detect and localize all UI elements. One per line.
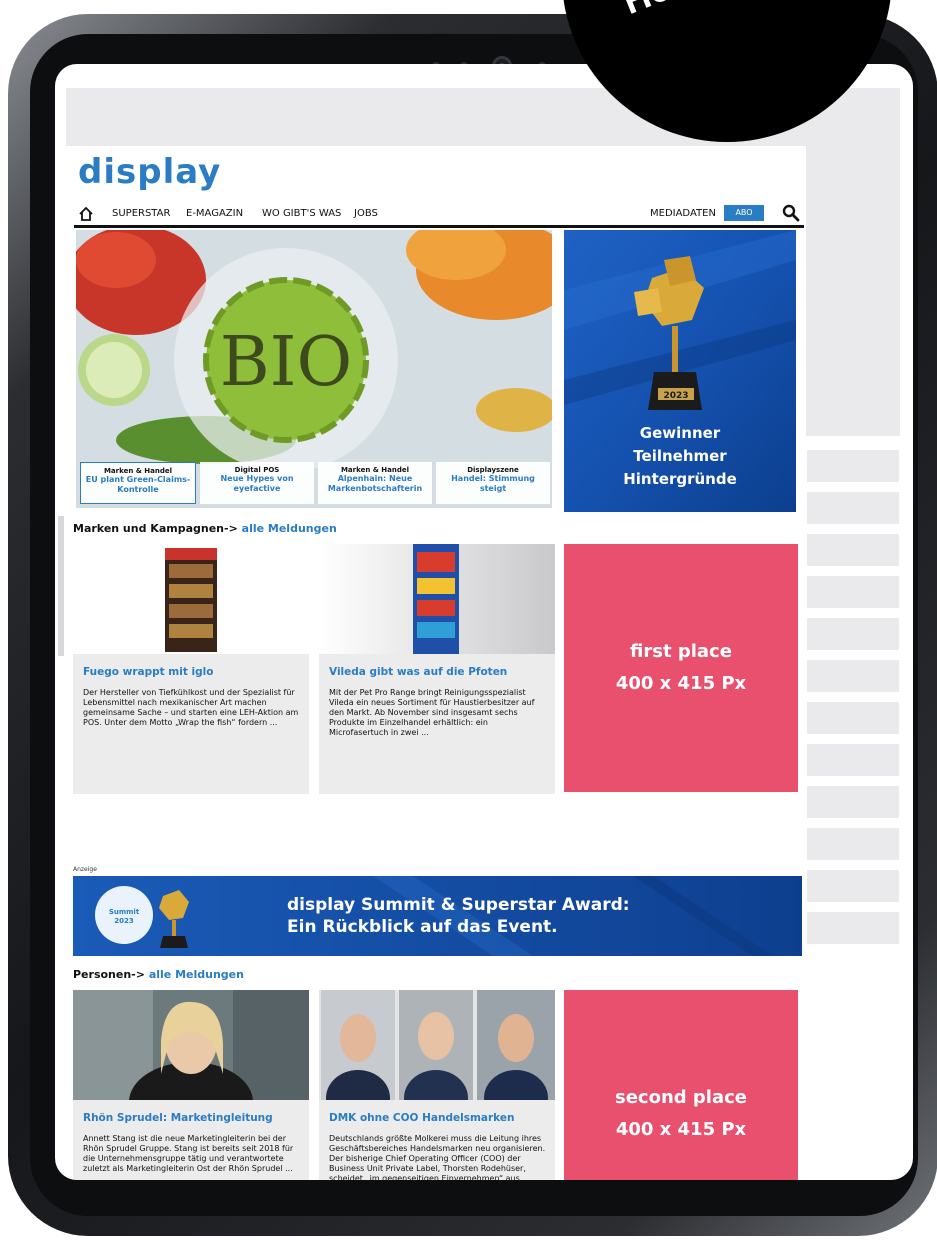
teaser-title[interactable]: Alpenhain: Neue Markenbotschafterin [318,474,432,494]
side-slot [807,534,899,566]
side-slot [807,492,899,524]
ad-label: Anzeige [73,866,97,873]
search-icon[interactable] [782,204,800,222]
article-title[interactable]: Fuego wrappt mit iglo [83,666,303,678]
placement-title: first place [630,641,732,662]
article-image [319,990,555,1100]
article-image [73,544,309,654]
article-excerpt: Mit der Pet Pro Range bringt Reinigungss… [329,688,535,737]
award-link-teilnehmer[interactable]: Teilnehmer [564,445,796,468]
all-news-link[interactable]: alle Meldungen [242,522,337,535]
side-slot-stack [807,450,899,954]
summit-logo-icon: Summit 2023 [95,886,153,944]
article-card[interactable]: Rhön Sprudel: Marketingleitung Annett St… [73,990,309,1180]
award-year: 2023 [663,391,688,401]
side-slot [807,618,899,650]
summit-banner-text: display Summit & Superstar Award: Ein Rü… [287,894,707,938]
main-navigation: SUPERSTAR E-MAGAZIN WO GIBT'S WAS JOBS M… [74,204,804,228]
article-excerpt: Annett Stang ist die neue Marketingleite… [83,1134,294,1173]
home-badge-label: Hom [617,0,707,23]
teaser-category: Digital POS [234,466,280,474]
side-slot [807,576,899,608]
award-link-hintergruende[interactable]: Hintergründe [564,468,796,491]
side-slot [807,786,899,818]
portrait-image [73,990,309,1100]
article-image [73,990,309,1100]
article-card[interactable]: DMK ohne COO Handelsmarken Deutschlands … [319,990,555,1180]
teaser-item[interactable]: Displayszene Handel: Stimmung steigt [436,462,550,504]
section-title: Personen-> [73,968,145,981]
ad-placement-second[interactable]: second place 400 x 415 Px [564,990,798,1180]
award-links: Gewinner Teilnehmer Hintergründe [564,422,796,491]
nav-item-wo-gibts-was[interactable]: WO GIBT'S WAS [262,208,341,219]
placement-title: second place [614,1087,747,1108]
side-slot [807,450,899,482]
award-link-gewinner[interactable]: Gewinner [564,422,796,445]
site-logo[interactable]: display [78,152,221,192]
nav-item-jobs[interactable]: JOBS [354,208,378,219]
teaser-item[interactable]: Marken & Handel Alpenhain: Neue Markenbo… [318,462,432,504]
display-stand-image [165,548,217,652]
side-slot [807,828,899,860]
placement-size: 400 x 415 Px [615,1119,747,1140]
article-title[interactable]: Rhön Sprudel: Marketingleitung [83,1112,303,1124]
abo-button[interactable]: ABO [724,205,764,221]
display-stand-image [319,544,555,654]
side-slot [807,744,899,776]
teaser-title[interactable]: Neue Hypes von eyefactive [200,474,314,494]
article-image [319,544,555,654]
portrait-image [319,990,555,1100]
skyscraper-placeholder [806,146,900,436]
article-excerpt: Deutschlands größte Molkerei muss die Le… [329,1134,546,1180]
side-slot [807,702,899,734]
award-ad[interactable]: 2023 Gewinner Teilnehmer Hintergründe [564,230,796,512]
teaser-item[interactable]: Marken & Handel EU plant Green-Claims-Ko… [80,462,196,504]
article-card[interactable]: Fuego wrappt mit iglo Der Hersteller von… [73,544,309,794]
summit-subline: Ein Rückblick auf das Event. [287,917,558,937]
summit-badge-year: 2023 [114,917,134,925]
teaser-item[interactable]: Digital POS Neue Hypes von eyefactive [200,462,314,504]
teaser-category: Displayszene [467,466,519,474]
article-excerpt: Der Hersteller von Tiefkühlkost und der … [83,688,299,727]
tablet-frame: display SUPERSTAR E-MAGAZIN WO GIBT'S WA… [8,14,937,1236]
nav-item-mediadaten[interactable]: MEDIADATEN [650,208,716,219]
nav-item-superstar[interactable]: SUPERSTAR [112,208,170,219]
placement-size: 400 x 415 Px [615,673,747,694]
teaser-category: Marken & Handel [340,466,410,474]
side-slot [807,912,899,944]
section-heading-marken: Marken und Kampagnen-> alle Meldungen [73,522,337,535]
summit-badge-name: Summit [108,908,140,916]
article-card[interactable]: Vileda gibt was auf die Pfoten Mit der P… [319,544,555,794]
side-slot [807,660,899,692]
hero-slider[interactable]: BIO Marken & Handel EU plant Green-Claim… [76,230,552,508]
ad-placement-first[interactable]: first place 400 x 415 Px [564,544,798,792]
teaser-title[interactable]: Handel: Stimmung steigt [436,474,550,494]
section-title: Marken und Kampagnen-> [73,522,238,535]
nav-item-e-magazin[interactable]: E-MAGAZIN [186,208,243,219]
summit-headline: display Summit & Superstar Award: [287,895,630,915]
article-title[interactable]: DMK ohne COO Handelsmarken [329,1112,549,1124]
home-icon[interactable] [78,206,94,222]
teaser-category: Marken & Handel [103,467,173,475]
summit-banner-ad[interactable]: Summit 2023 display Summit & Superstar A… [73,876,802,956]
edge-placeholder [58,516,64,656]
side-slot [807,870,899,902]
teaser-row: Marken & Handel EU plant Green-Claims-Ko… [80,462,550,504]
teaser-title[interactable]: EU plant Green-Claims-Kontrolle [81,475,195,495]
hero-image-text: BIO [220,323,353,402]
section-heading-personen: Personen-> alle Meldungen [73,968,244,981]
tablet-screen: display SUPERSTAR E-MAGAZIN WO GIBT'S WA… [55,64,913,1180]
all-news-link[interactable]: alle Meldungen [149,968,244,981]
article-title[interactable]: Vileda gibt was auf die Pfoten [329,666,549,678]
